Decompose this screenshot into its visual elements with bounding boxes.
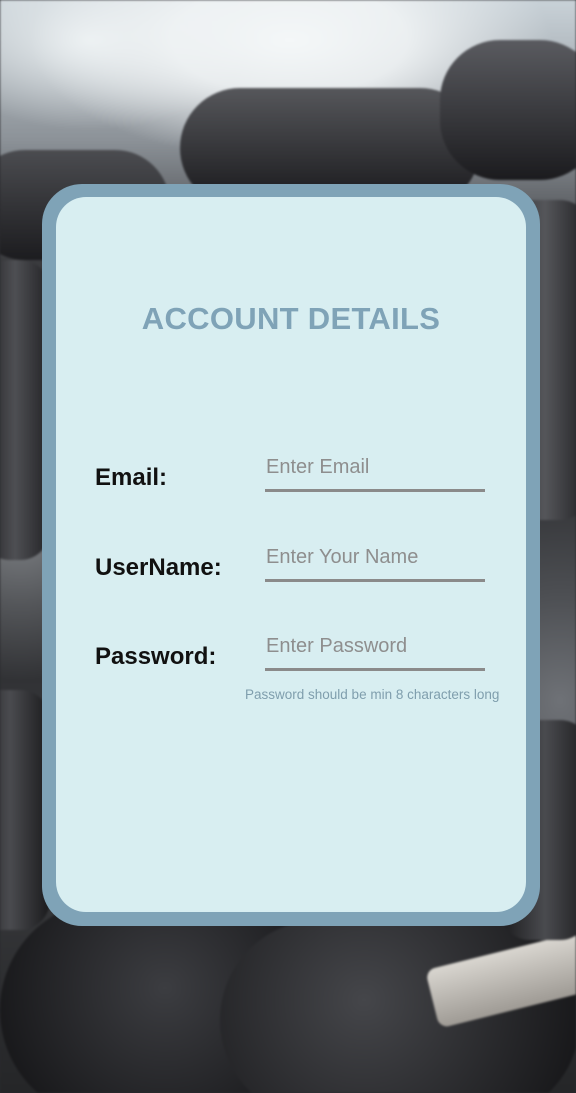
background-dumbbell bbox=[440, 40, 576, 180]
username-label: UserName: bbox=[95, 554, 222, 581]
password-hint: Password should be min 8 characters long bbox=[245, 687, 500, 702]
account-details-card-frame: ACCOUNT DETAILS Email: UserName: Passwor… bbox=[42, 184, 540, 926]
email-row: Email: bbox=[56, 452, 526, 512]
email-input[interactable] bbox=[265, 452, 485, 492]
email-label: Email: bbox=[95, 464, 168, 491]
password-row: Password: bbox=[56, 631, 526, 691]
account-details-card: ACCOUNT DETAILS Email: UserName: Passwor… bbox=[56, 197, 526, 912]
password-label: Password: bbox=[95, 643, 217, 670]
username-row: UserName: bbox=[56, 542, 526, 602]
page-title: ACCOUNT DETAILS bbox=[141, 301, 441, 336]
username-input[interactable] bbox=[265, 542, 485, 582]
password-input[interactable] bbox=[265, 631, 485, 671]
